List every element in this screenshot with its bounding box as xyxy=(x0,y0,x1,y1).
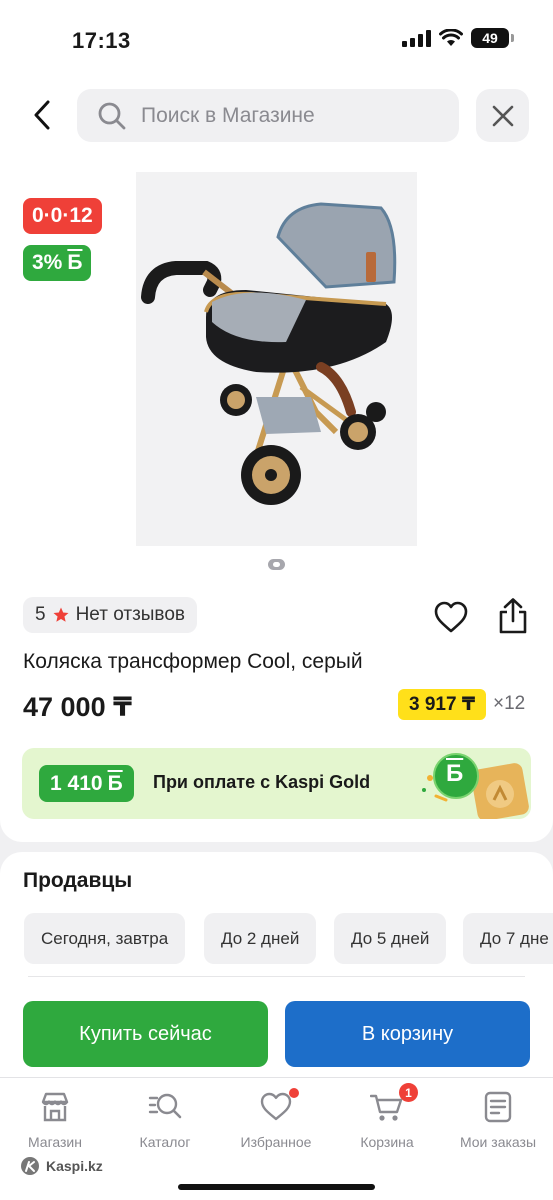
gold-bonus-amount: 1 410 Б xyxy=(39,765,134,802)
heart-icon xyxy=(434,601,468,633)
gold-banner-text: При оплате с Kaspi Gold xyxy=(153,772,371,792)
delivery-filter-chip[interactable]: До 5 дней xyxy=(334,913,447,964)
sellers-title: Продавцы xyxy=(23,869,133,892)
image-pager-indicator xyxy=(268,559,285,570)
search-input[interactable]: Поиск в Магазине xyxy=(77,89,459,142)
installment-months: ×12 xyxy=(493,693,526,714)
bottom-navigation: Магазин Каталог Избранное 1 Корзина Мои … xyxy=(0,1077,553,1200)
gold-deco-letter: Б xyxy=(446,760,464,787)
heart-icon xyxy=(260,1092,292,1121)
bonus-badge: 3% Б xyxy=(23,245,92,281)
search-placeholder: Поиск в Магазине xyxy=(141,103,315,127)
nav-item-favorites[interactable]: Избранное xyxy=(221,1088,331,1150)
sellers-section: Продавцы Сегодня, завтра До 2 дней До 5 … xyxy=(0,852,553,1077)
back-button[interactable] xyxy=(22,94,62,136)
status-indicators: 49 xyxy=(402,28,514,48)
product-price: 47 000 ₸ xyxy=(23,692,132,722)
kaspi-logo-icon xyxy=(21,1157,39,1175)
delivery-filter-chip[interactable]: До 7 дне xyxy=(463,913,553,964)
top-bar: Поиск в Магазине xyxy=(0,80,553,160)
reviews-count: Нет отзывов xyxy=(75,604,185,625)
nav-item-store[interactable]: Магазин xyxy=(0,1090,110,1150)
nav-item-cart[interactable]: 1 Корзина xyxy=(332,1083,442,1150)
product-card: 0·0·12 3% Б 5 Нет отзывов Коляска трансф… xyxy=(0,160,553,842)
bonus-percent: 3% xyxy=(32,251,63,274)
cart-icon-wrap: 1 xyxy=(369,1083,418,1124)
close-search-button[interactable] xyxy=(476,89,529,142)
cart-count-badge: 1 xyxy=(399,1083,418,1102)
product-title: Коляска трансформер Cool, серый xyxy=(23,650,363,673)
rating-value: 5 xyxy=(35,604,46,625)
stroller-image xyxy=(136,172,417,546)
heart-icon-wrap xyxy=(259,1088,299,1124)
nav-item-orders[interactable]: Мои заказы xyxy=(443,1090,553,1150)
share-icon xyxy=(499,598,527,634)
status-bar: 17:13 49 xyxy=(0,0,553,80)
close-icon xyxy=(492,105,513,126)
orders-icon xyxy=(484,1091,512,1123)
bonus-currency-icon: Б xyxy=(67,251,83,274)
catalog-search-icon xyxy=(148,1093,182,1119)
share-button[interactable] xyxy=(495,597,531,635)
star-icon xyxy=(53,607,69,622)
store-icon xyxy=(41,1092,69,1122)
nav-label: Избранное xyxy=(240,1134,312,1150)
monthly-payment-badge[interactable]: 3 917 ₸ xyxy=(398,689,487,720)
kaspi-watermark: Kaspi.kz xyxy=(20,1156,103,1176)
status-time: 17:13 xyxy=(72,28,131,53)
divider xyxy=(28,976,525,977)
cellular-signal-icon xyxy=(402,29,431,47)
gold-bonus-value: 1 410 xyxy=(50,771,103,795)
search-icon xyxy=(98,102,126,129)
installment-badge: 0·0·12 xyxy=(23,198,102,234)
nav-label: Мои заказы xyxy=(459,1134,537,1150)
chevron-left-icon xyxy=(34,100,50,130)
battery-icon: 49 xyxy=(471,28,514,48)
rating-pill[interactable]: 5 Нет отзывов xyxy=(23,597,197,633)
bonus-currency-icon: Б xyxy=(107,771,123,795)
watermark-text: Kaspi.kz xyxy=(46,1158,103,1174)
nav-label: Корзина xyxy=(360,1134,414,1150)
favorites-notification-dot xyxy=(289,1088,299,1098)
delivery-filter-chip[interactable]: Сегодня, завтра xyxy=(24,913,186,964)
nav-item-catalog[interactable]: Каталог xyxy=(110,1090,220,1150)
buy-now-button[interactable]: Купить сейчас xyxy=(23,1001,268,1067)
product-image[interactable] xyxy=(136,172,417,546)
add-to-cart-button[interactable]: В корзину xyxy=(285,1001,530,1067)
nav-label: Магазин xyxy=(27,1134,82,1150)
home-indicator xyxy=(178,1184,375,1190)
nav-label: Каталог xyxy=(139,1134,191,1150)
delivery-filter-chip[interactable]: До 2 дней xyxy=(204,913,317,964)
kaspi-gold-banner[interactable]: 1 410 Б При оплате с Kaspi Gold Б xyxy=(22,748,531,819)
kaspi-gold-card-illustration: Б xyxy=(416,748,531,819)
favorite-button[interactable] xyxy=(433,600,469,634)
wifi-icon xyxy=(439,29,463,46)
